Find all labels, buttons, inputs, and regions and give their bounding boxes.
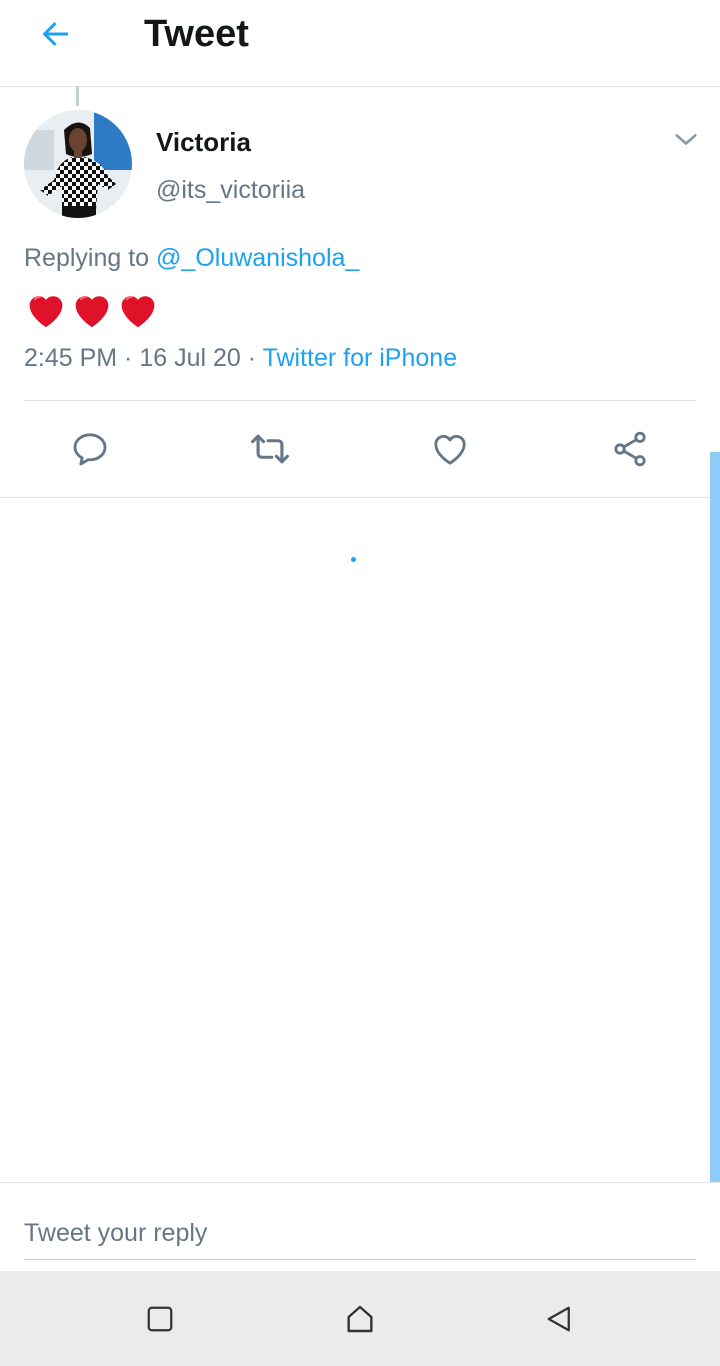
recents-square-icon[interactable] bbox=[138, 1297, 182, 1341]
share-icon[interactable] bbox=[608, 427, 652, 471]
page-title: Tweet bbox=[144, 13, 249, 55]
reply-composer bbox=[0, 1182, 720, 1272]
loading-indicator bbox=[351, 557, 356, 562]
system-navigation-bar bbox=[0, 1271, 720, 1366]
author-name[interactable]: Victoria bbox=[156, 126, 251, 158]
tweet-actions bbox=[0, 401, 720, 498]
replying-prefix: Replying to bbox=[24, 244, 150, 272]
reply-icon[interactable] bbox=[68, 427, 112, 471]
heart-emoji-icon bbox=[75, 295, 109, 328]
back-arrow-icon[interactable] bbox=[34, 12, 78, 56]
tweet-metadata: 2:45 PM · 16 Jul 20 · Twitter for iPhone bbox=[24, 342, 457, 374]
heart-emoji-icon bbox=[29, 295, 63, 328]
scrollbar[interactable] bbox=[710, 452, 720, 1182]
author-handle[interactable]: @its_victoriia bbox=[156, 174, 305, 206]
reply-input[interactable] bbox=[24, 1207, 696, 1260]
tweet-text: ❤️❤️❤️ bbox=[24, 286, 160, 332]
thread-connector-line bbox=[76, 86, 79, 106]
chevron-down-icon[interactable] bbox=[672, 126, 700, 154]
retweet-icon[interactable] bbox=[248, 427, 292, 471]
tweet-timestamp: 2:45 PM · 16 Jul 20 · bbox=[24, 344, 263, 372]
replying-to-link[interactable]: @_Oluwanishola_ bbox=[156, 244, 359, 272]
home-icon[interactable] bbox=[338, 1297, 382, 1341]
heart-emoji-icon bbox=[121, 295, 155, 328]
like-icon[interactable] bbox=[428, 427, 472, 471]
avatar[interactable] bbox=[24, 110, 132, 218]
tweet-source-link[interactable]: Twitter for iPhone bbox=[263, 344, 458, 372]
top-app-bar: Tweet bbox=[0, 0, 720, 87]
back-triangle-icon[interactable] bbox=[538, 1297, 582, 1341]
replying-to-line: Replying to @_Oluwanishola_ bbox=[24, 242, 359, 274]
